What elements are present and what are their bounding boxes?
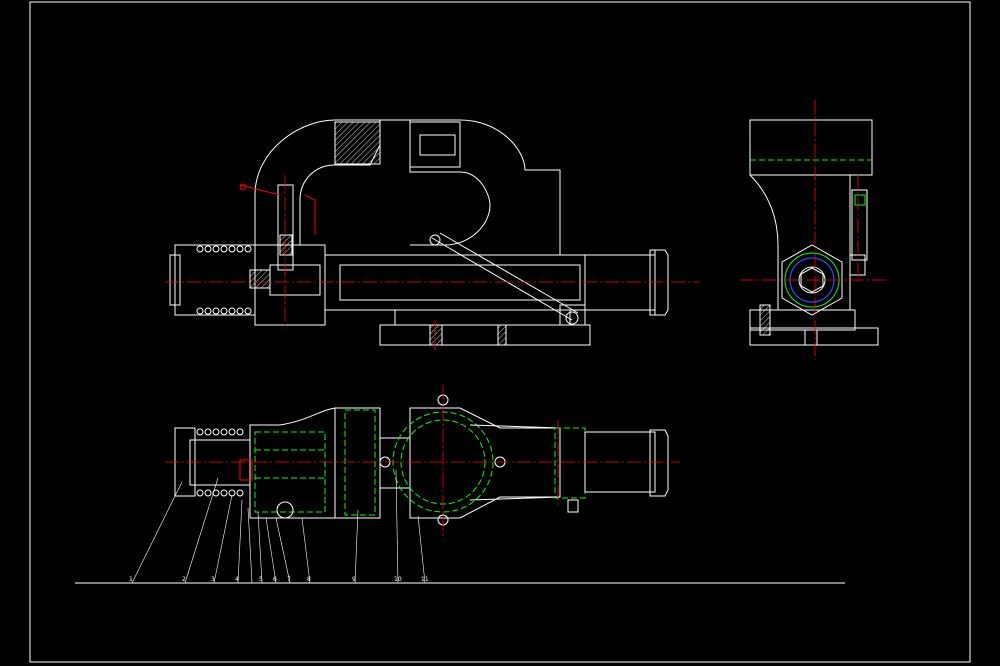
balloon-10: 10 <box>394 576 402 583</box>
balloon-6: 6 <box>273 576 277 583</box>
top-body <box>249 407 336 519</box>
jaw-right-inner <box>419 134 456 156</box>
jaw-right-block <box>409 121 461 168</box>
link-upper <box>431 237 573 321</box>
cad-drawing-canvas[interactable]: 1 2 3 4 5 6 7 8 9 10 11 <box>0 0 1000 666</box>
leader-lines <box>75 469 845 584</box>
spring-coils-bottom <box>196 307 252 315</box>
side-arm-curve <box>749 174 779 310</box>
balloon-7: 7 <box>287 576 291 583</box>
screw-shaft <box>584 254 656 311</box>
top-screw-nut <box>649 429 669 497</box>
screw-nut <box>649 249 669 316</box>
spring-housing <box>174 244 256 316</box>
side-top-block <box>749 119 873 176</box>
balloon-labels: 1 2 3 4 5 6 7 8 9 10 11 <box>129 576 429 583</box>
balloon-2: 2 <box>182 576 186 583</box>
top-jaw-block <box>334 407 381 519</box>
top-body-hidden <box>254 431 326 513</box>
spring-coils-top <box>196 245 252 253</box>
top-pin <box>276 501 294 519</box>
top-spring-coils <box>196 428 244 497</box>
lever-right <box>304 194 316 235</box>
front-view <box>165 119 700 350</box>
balloon-5: 5 <box>259 576 263 583</box>
base-plate <box>379 324 591 346</box>
screw-channel <box>339 264 581 301</box>
stop-hatch <box>249 269 271 289</box>
balloon-4: 4 <box>235 576 239 583</box>
balloon-3: 3 <box>211 576 215 583</box>
balloon-9: 9 <box>352 576 356 583</box>
side-bolt <box>759 304 771 336</box>
jaw-hatch-left <box>334 121 381 165</box>
technical-drawing: 1 2 3 4 5 6 7 8 9 10 11 <box>29 1 971 663</box>
plunger <box>277 184 294 271</box>
jaw-outline <box>409 120 491 246</box>
balloon-1: 1 <box>129 576 133 583</box>
balloon-8: 8 <box>307 576 311 583</box>
body-housing <box>324 254 586 311</box>
top-view <box>165 385 680 540</box>
side-view <box>740 100 890 360</box>
balloon-11: 11 <box>421 576 429 583</box>
